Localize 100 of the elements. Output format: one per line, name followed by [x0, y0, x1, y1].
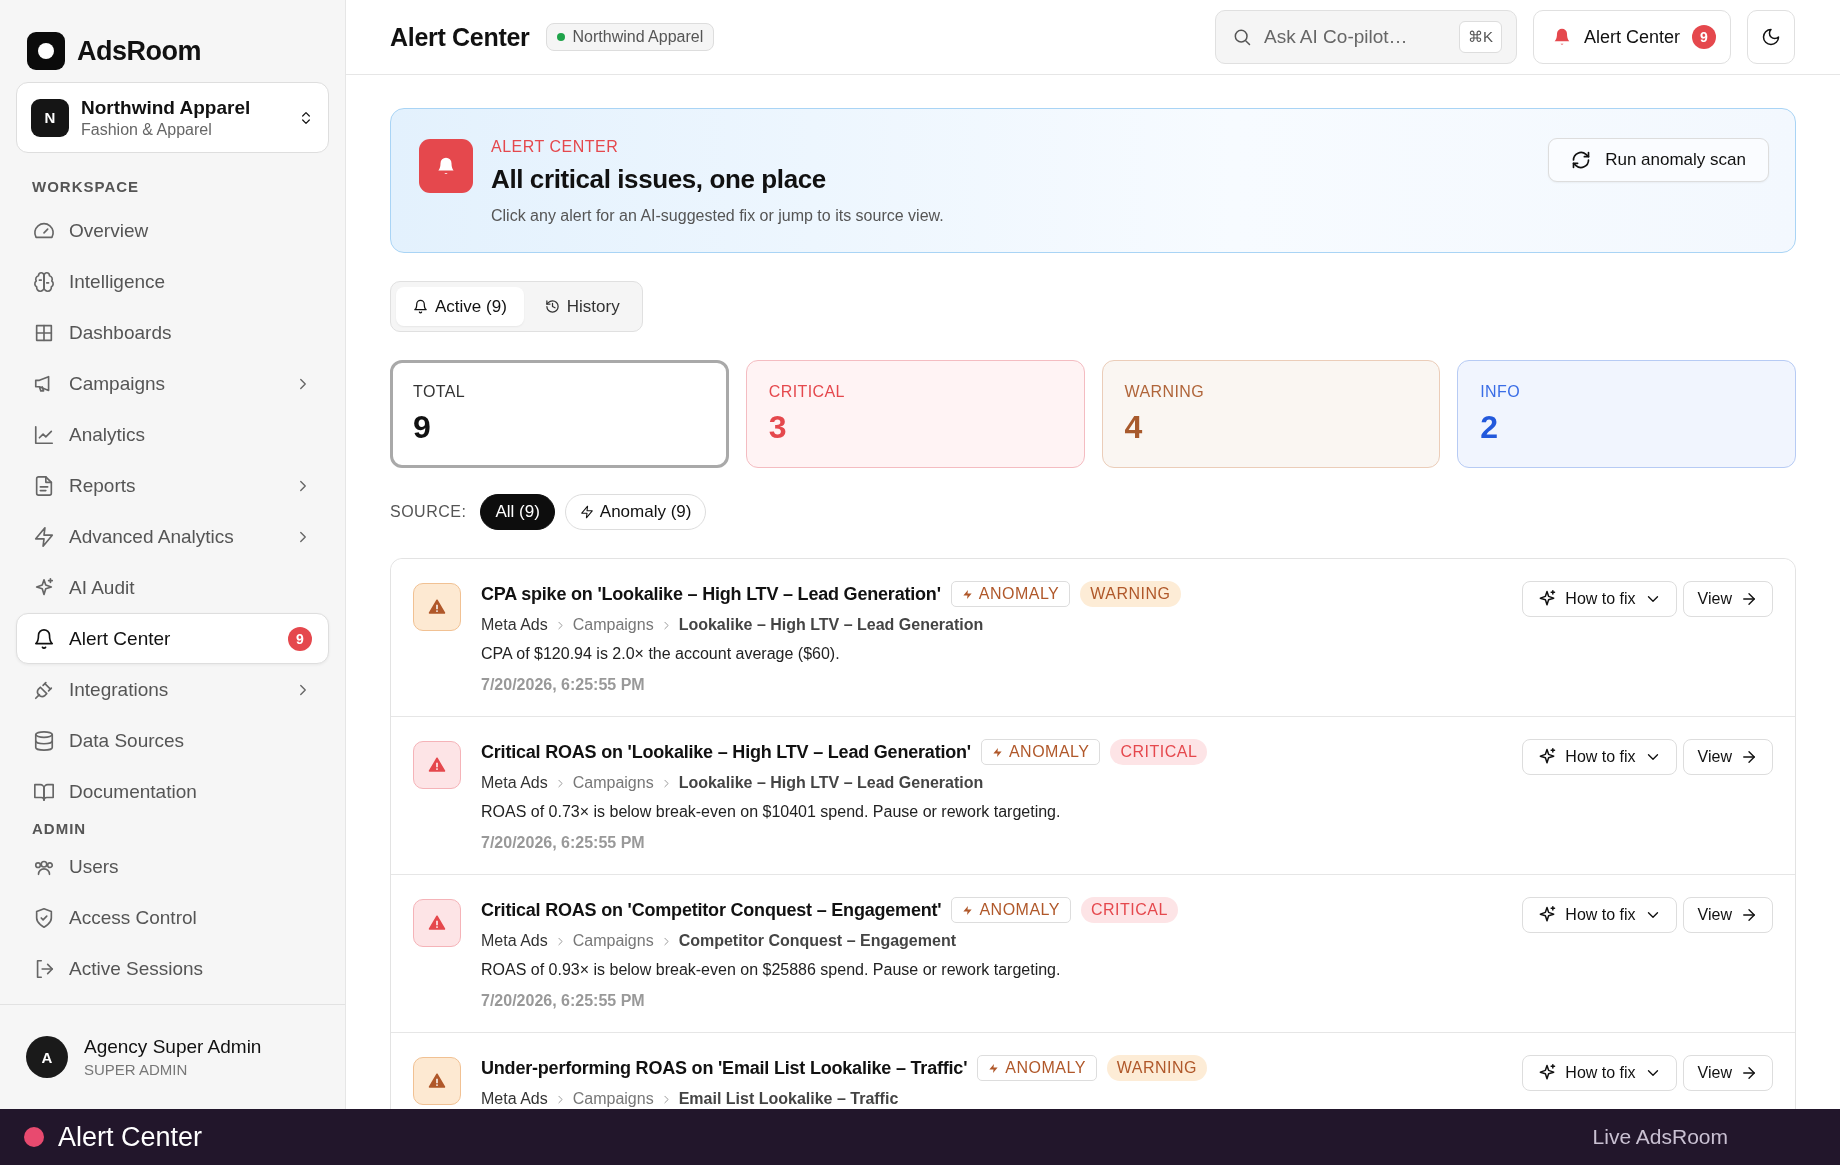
breadcrumb-item[interactable]: Campaigns — [572, 616, 654, 634]
stat-value: 2 — [1480, 409, 1500, 446]
search-bar[interactable]: Ask AI Co-pilot… ⌘K — [1214, 10, 1517, 64]
history-icon — [544, 299, 560, 314]
brain-icon — [33, 270, 55, 293]
run-scan-button[interactable]: Run anomaly scan — [1548, 138, 1769, 182]
theme-toggle-button[interactable] — [1747, 10, 1795, 64]
stat-card[interactable]: CRITICAL 3 — [745, 360, 1085, 468]
database-icon — [33, 729, 55, 752]
sidebar-item[interactable]: Overview — [16, 205, 329, 256]
user-avatar: A — [26, 1036, 68, 1078]
user-role: SUPER ADMIN — [84, 1061, 189, 1078]
arrow-right-icon — [1740, 748, 1758, 766]
sidebar-item[interactable]: Integrations — [16, 664, 329, 715]
moon-icon — [1761, 27, 1781, 47]
refresh-icon — [1571, 150, 1592, 170]
filter-pill[interactable]: All (9) — [480, 494, 555, 530]
sidebar-item[interactable]: Users — [16, 841, 329, 892]
stat-value: 9 — [413, 409, 432, 446]
tab[interactable]: Active (9) — [396, 287, 524, 326]
org-subtitle: Fashion & Apparel — [81, 120, 213, 139]
how-to-fix-button[interactable]: How to fix — [1522, 897, 1677, 933]
arrow-right-icon — [1740, 590, 1758, 608]
sidebar-item[interactable]: Active Sessions — [16, 943, 329, 994]
breadcrumb-item[interactable]: Lookalike – High LTV – Lead Generation — [678, 774, 984, 792]
lightning-icon — [579, 505, 594, 519]
arrow-right-icon — [1740, 1064, 1758, 1082]
section-title: ADMIN — [31, 819, 88, 839]
view-button[interactable]: View — [1682, 1055, 1773, 1091]
sidebar-item[interactable]: Dashboards — [16, 307, 329, 358]
alert-title: Critical ROAS on 'Competitor Conquest – Engagement' — [481, 899, 942, 921]
warning-triangle-icon — [428, 1072, 446, 1090]
lightning-icon — [961, 587, 973, 601]
sidebar-item[interactable]: AI Audit — [16, 562, 329, 613]
org-name: Northwind Apparel — [81, 96, 252, 119]
shortcut-key: ⌘K — [1458, 21, 1502, 53]
filter-pill[interactable]: Anomaly (9) — [564, 494, 707, 530]
stat-card[interactable]: WARNING 4 — [1101, 360, 1441, 468]
warning-triangle-icon — [428, 914, 446, 932]
status-dot — [24, 1127, 44, 1147]
warning-triangle-icon — [428, 598, 446, 616]
banner-subtitle: Click any alert for an AI-suggested fix or jump to its source view. — [491, 207, 945, 225]
sidebar-item[interactable]: Campaigns — [16, 358, 329, 409]
sidebar-item[interactable]: Intelligence — [16, 256, 329, 307]
stat-card[interactable]: INFO 2 — [1457, 360, 1796, 468]
sidebar-item[interactable]: Analytics — [16, 409, 329, 460]
shield-check-icon — [33, 906, 55, 929]
breadcrumb-item[interactable]: Campaigns — [572, 932, 654, 950]
sidebar-item[interactable]: Access Control — [16, 892, 329, 943]
bell-icon — [33, 627, 55, 650]
breadcrumb-item[interactable]: Meta Ads — [481, 774, 548, 792]
alert-row[interactable] — [391, 559, 1795, 717]
user-name: Agency Super Admin — [84, 1036, 262, 1058]
page-title: Alert Center — [390, 22, 530, 52]
alert-message: ROAS of 0.73× is below break-even on $10401 spend. Pause or rework targeting. — [481, 803, 1062, 821]
status-title: Alert Center — [58, 1121, 203, 1153]
breadcrumb-item[interactable]: Campaigns — [572, 774, 654, 792]
sidebar-item[interactable]: Advanced Analytics — [16, 511, 329, 562]
severity-tag: CRITICAL — [1080, 897, 1178, 923]
alert-message: CPA of $120.94 is 2.0× the account average ($60). — [481, 645, 841, 663]
count-badge: 9 — [288, 626, 312, 651]
severity-tag: WARNING — [1106, 1055, 1208, 1081]
breadcrumb-item[interactable]: Lookalike – High LTV – Lead Generation — [678, 616, 984, 634]
alert-center-button[interactable]: Alert Center 9 — [1532, 10, 1731, 64]
sidebar-item[interactable]: Reports — [16, 460, 329, 511]
lightning-icon — [991, 745, 1003, 759]
line-chart-icon — [33, 423, 55, 446]
tab[interactable]: History — [527, 287, 637, 326]
alert-time: 7/20/2026, 6:25:55 PM — [481, 992, 646, 1010]
stat-label: WARNING — [1124, 383, 1206, 401]
how-to-fix-button[interactable]: How to fix — [1522, 1055, 1677, 1091]
view-button[interactable]: View — [1682, 897, 1773, 933]
stat-value: 3 — [768, 409, 788, 446]
search-field[interactable]: Ask AI Co-pilot… — [1261, 25, 1449, 49]
stat-card[interactable]: TOTAL 9 — [390, 360, 729, 468]
how-to-fix-button[interactable]: How to fix — [1522, 581, 1677, 617]
banner-eyebrow: ALERT CENTER — [491, 138, 620, 156]
warning-triangle-icon — [428, 756, 446, 774]
organization-switcher[interactable]: N Northwind Apparel Fashion & Apparel — [16, 82, 329, 153]
how-to-fix-button[interactable]: How to fix — [1522, 739, 1677, 775]
alert-time: 7/20/2026, 6:25:55 PM — [481, 834, 646, 852]
breadcrumb-item[interactable]: Campaigns — [572, 1090, 654, 1108]
status-dot — [556, 33, 565, 41]
sidebar-item[interactable]: Data Sources — [16, 715, 329, 766]
sidebar-item[interactable]: Alert Center 9 — [16, 613, 329, 664]
lightning-icon — [33, 525, 55, 548]
breadcrumb-item[interactable]: Email List Lookalike – Traffic — [678, 1090, 899, 1108]
sidebar-item[interactable]: Documentation — [16, 766, 329, 817]
document-icon — [33, 474, 55, 497]
lightning-icon — [962, 903, 974, 917]
stat-label: TOTAL — [413, 383, 467, 401]
filter-label: SOURCE: — [390, 503, 467, 521]
breadcrumb-item[interactable]: Meta Ads — [481, 1090, 548, 1108]
breadcrumb-item[interactable]: Competitor Conquest – Engagement — [678, 932, 956, 950]
view-button[interactable]: View — [1682, 739, 1773, 775]
breadcrumb-item[interactable]: Meta Ads — [481, 932, 548, 950]
section-title: WORKSPACE — [31, 177, 141, 197]
breadcrumb-item[interactable]: Meta Ads — [481, 616, 548, 634]
view-button[interactable]: View — [1682, 581, 1773, 617]
source-tag: ANOMALY — [950, 581, 1071, 607]
